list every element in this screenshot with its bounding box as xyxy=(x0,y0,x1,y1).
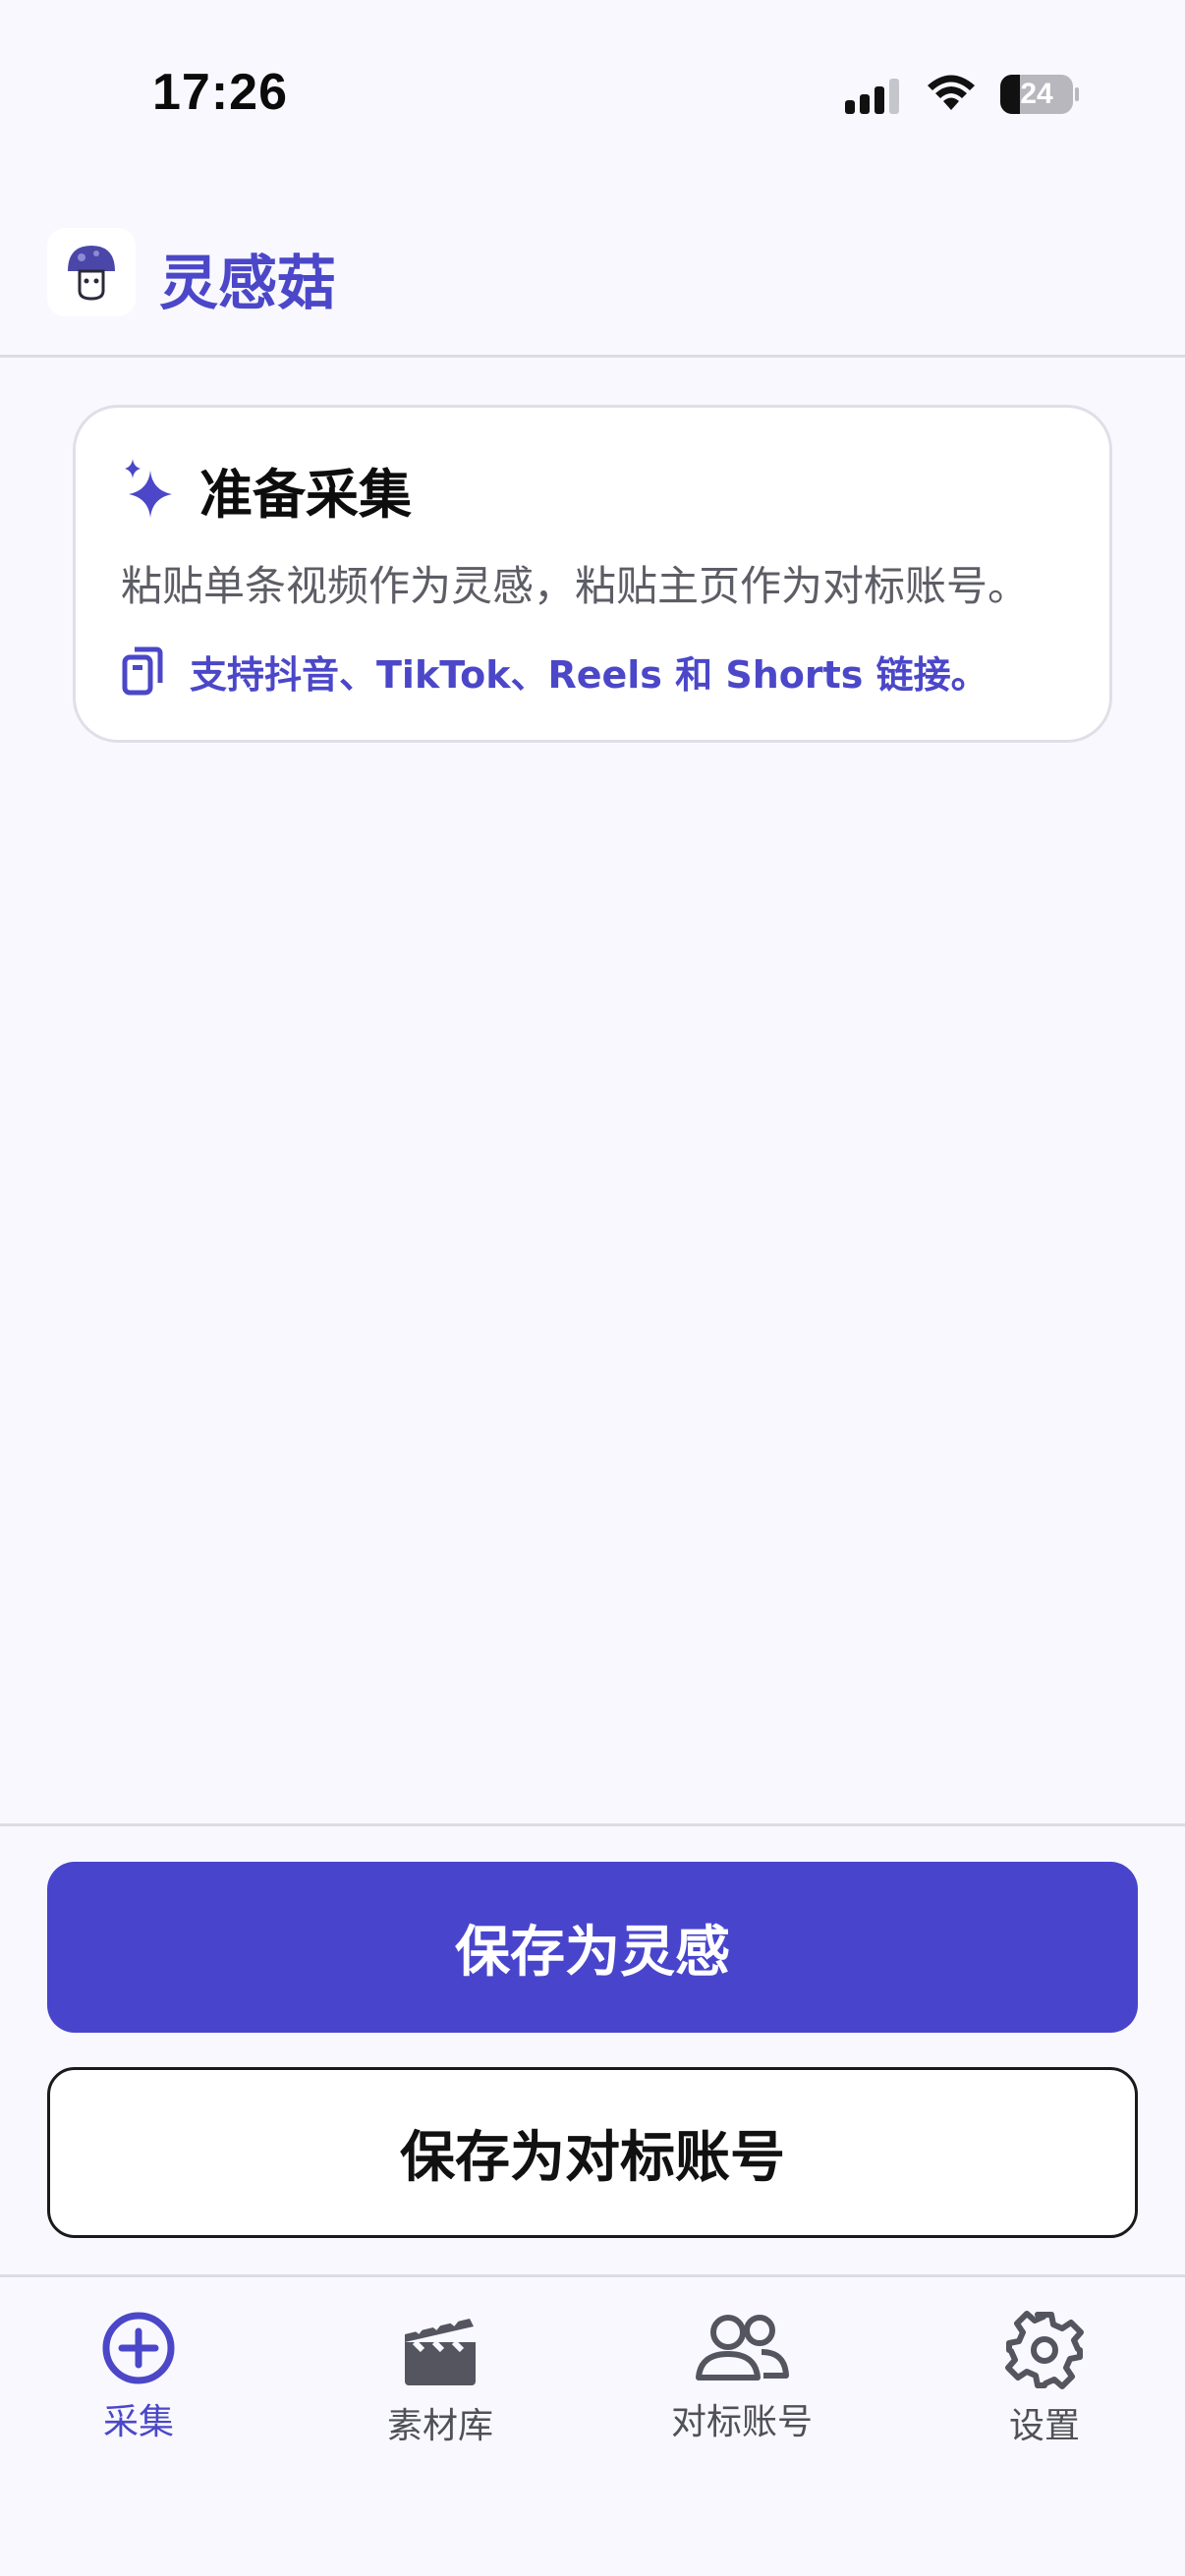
users-icon xyxy=(696,2315,789,2380)
clapperboard-icon xyxy=(405,2313,476,2385)
plus-circle-icon xyxy=(102,2312,175,2384)
sparkle-icon xyxy=(125,459,172,518)
app-title: 灵感菇 xyxy=(159,250,336,318)
card-description: 粘贴单条视频作为灵感，粘贴主页作为对标账号。 xyxy=(121,562,1030,610)
collect-info-card: 准备采集 粘贴单条视频作为灵感，粘贴主页作为对标账号。 支持抖音、TikTok、… xyxy=(73,405,1112,743)
tab-collect[interactable]: 采集 xyxy=(40,2309,237,2466)
gear-icon xyxy=(1005,2311,1084,2389)
clipboard-icon xyxy=(122,646,163,696)
battery-icon: 24 xyxy=(1000,75,1079,114)
status-time: 17:26 xyxy=(152,64,288,121)
tab-bar: 采集 素材库 对标账号 设置 xyxy=(0,2274,1185,2576)
save-as-inspiration-button[interactable]: 保存为灵感 xyxy=(47,1862,1138,2033)
tab-library[interactable]: 素材库 xyxy=(342,2309,538,2466)
battery-level: 24 xyxy=(1020,78,1053,110)
tab-label: 对标账号 xyxy=(670,2402,813,2442)
cellular-signal-icon xyxy=(845,79,899,114)
tab-label: 设置 xyxy=(1008,2406,1080,2446)
card-title-row: 准备采集 xyxy=(121,455,412,526)
bottom-actions: 保存为灵感 保存为对标账号 xyxy=(0,1823,1185,2275)
status-bar: 17:26 24 xyxy=(0,0,1185,187)
tab-settings[interactable]: 设置 xyxy=(946,2309,1143,2466)
tab-label: 素材库 xyxy=(386,2406,493,2446)
card-title: 准备采集 xyxy=(199,463,412,526)
tab-benchmark[interactable]: 对标账号 xyxy=(644,2309,840,2466)
save-as-benchmark-button[interactable]: 保存为对标账号 xyxy=(47,2067,1138,2238)
wifi-icon xyxy=(928,75,975,110)
app-header: 灵感菇 xyxy=(0,187,1185,358)
card-note-row: 支持抖音、TikTok、Reels 和 Shorts 链接。 xyxy=(121,644,988,699)
card-note: 支持抖音、TikTok、Reels 和 Shorts 链接。 xyxy=(190,652,988,697)
tab-label: 采集 xyxy=(102,2402,174,2442)
mushroom-logo-icon xyxy=(47,228,136,316)
